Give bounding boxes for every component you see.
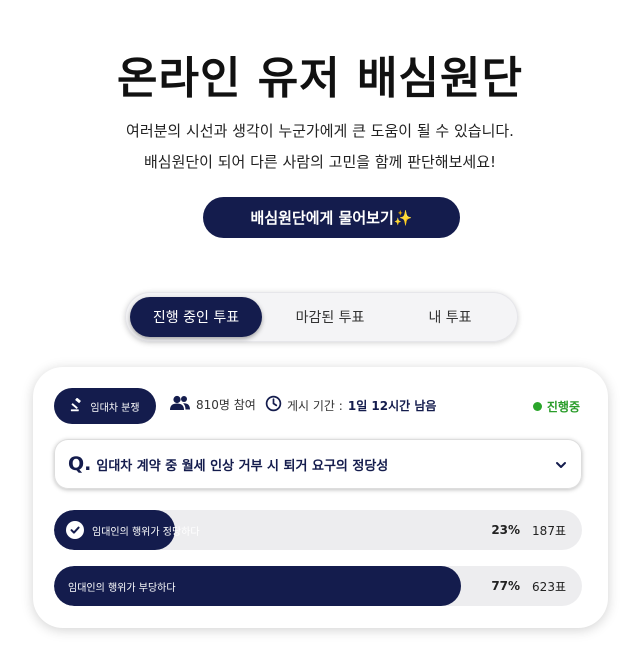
tab-my-votes[interactable]: 내 투표 bbox=[390, 297, 510, 337]
period-info: 게시 기간 : 1일 12시간 남음 bbox=[265, 395, 436, 415]
participants-count: 810명 참여 bbox=[196, 398, 256, 412]
option-label: 임대인의 행위가 부당하다 bbox=[68, 582, 176, 594]
option-percent: 23% bbox=[491, 523, 521, 537]
tab-ongoing-votes[interactable]: 진행 중인 투표 bbox=[130, 297, 262, 337]
users-icon bbox=[169, 395, 191, 414]
option-votes: 187표 bbox=[532, 523, 566, 538]
option-votes: 623표 bbox=[532, 579, 566, 594]
vote-option-unjustified[interactable]: 임대인의 행위가 부당하다 77% 623표 bbox=[54, 566, 582, 606]
option-label: 임대인의 행위가 정당하다 bbox=[92, 526, 200, 538]
vote-tabs: 진행 중인 투표 마감된 투표 내 투표 bbox=[125, 292, 518, 342]
ask-jury-button[interactable]: 배심원단에게 물어보기✨ bbox=[203, 197, 460, 238]
check-icon bbox=[66, 521, 84, 539]
gavel-icon bbox=[70, 397, 84, 415]
category-label: 임대차 분쟁 bbox=[90, 402, 140, 414]
status-badge: 진행중 bbox=[532, 398, 580, 415]
chevron-down-icon[interactable] bbox=[554, 457, 568, 476]
question-text: 임대차 계약 중 월세 인상 거부 시 퇴거 요구의 정당성 bbox=[96, 458, 389, 474]
option-percent: 77% bbox=[491, 579, 521, 593]
vote-option-justified[interactable]: 임대인의 행위가 정당하다 23% 187표 bbox=[54, 510, 582, 550]
question-dropdown[interactable]: Q. 임대차 계약 중 월세 인상 거부 시 퇴거 요구의 정당성 bbox=[54, 439, 582, 489]
participants-info: 810명 참여 bbox=[169, 395, 256, 414]
option-label-wrap: 임대인의 행위가 부당하다 bbox=[68, 566, 176, 606]
option-label-wrap: 임대인의 행위가 정당하다 bbox=[66, 510, 200, 550]
vote-card: 임대차 분쟁 810명 참여 게시 기간 : 1일 12시간 남음 진행중 Q.… bbox=[33, 367, 608, 628]
option-result: 23% 187표 bbox=[491, 510, 566, 550]
page: 온라인 유저 배심원단 여러분의 시선과 생각이 누군가에게 큰 도움이 될 수… bbox=[0, 0, 640, 664]
subtitle-line-1: 여러분의 시선과 생각이 누군가에게 큰 도움이 될 수 있습니다. bbox=[126, 122, 514, 140]
clock-icon bbox=[265, 395, 282, 415]
period-value: 1일 12시간 남음 bbox=[347, 398, 437, 413]
question-prefix: Q. bbox=[68, 453, 92, 475]
category-badge[interactable]: 임대차 분쟁 bbox=[54, 388, 156, 424]
page-title: 온라인 유저 배심원단 bbox=[117, 53, 523, 104]
tab-closed-votes[interactable]: 마감된 투표 bbox=[270, 297, 390, 337]
option-result: 77% 623표 bbox=[491, 566, 566, 606]
status-label: 진행중 bbox=[546, 400, 580, 414]
status-dot-icon bbox=[532, 402, 542, 411]
period-label: 게시 기간 : bbox=[287, 398, 343, 413]
subtitle-line-2: 배심원단이 되어 다른 사람의 고민을 함께 판단해보세요! bbox=[143, 153, 497, 171]
